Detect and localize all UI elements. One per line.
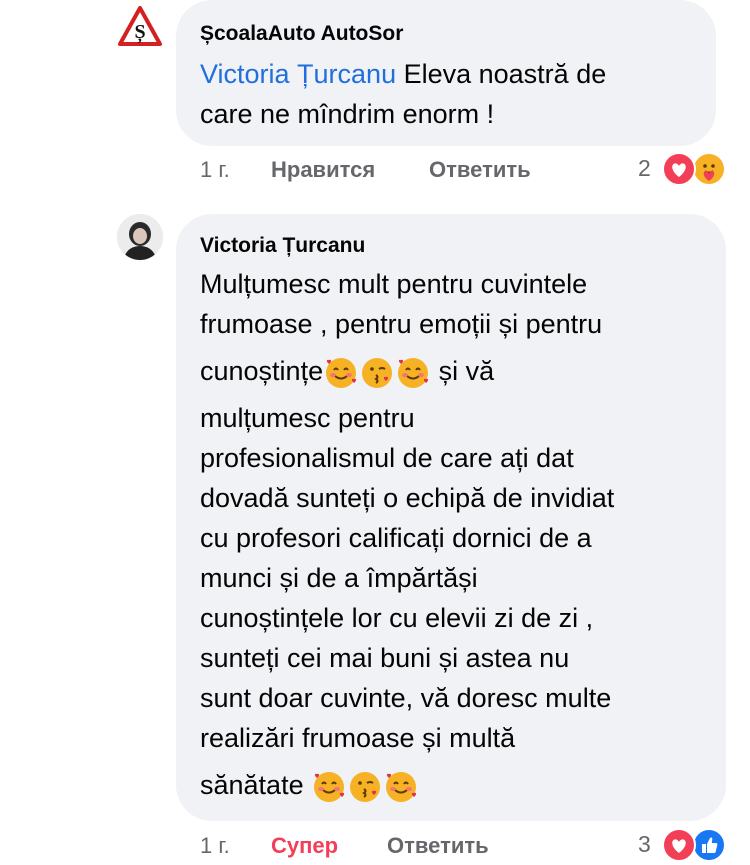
comment-text-part: cunoștințe: [200, 356, 324, 386]
comment-line: mulțumesc pentru: [200, 403, 415, 433]
super-reaction-button[interactable]: Супер: [271, 833, 338, 859]
comment-text: Mulțumesc mult pentru cuvintele frumoase…: [200, 264, 720, 812]
love-icon: [662, 152, 696, 186]
comment-bubble: Victoria Țurcanu Mulțumesc mult pentru c…: [176, 214, 726, 821]
comment-actions: 1 г. Нравится Ответить: [200, 157, 600, 187]
comment-timestamp[interactable]: 1 г.: [200, 157, 230, 183]
face-blowing-kiss-emoji: [362, 357, 393, 388]
comment-actions: 1 г. Супер Ответить: [200, 833, 600, 863]
reaction-count[interactable]: 3: [638, 831, 651, 858]
reply-button[interactable]: Ответить: [429, 157, 531, 183]
comment-line: sunteți cei mai buni și astea nu: [200, 643, 570, 673]
comment-line: frumoase , pentru emoții și pentru: [200, 309, 603, 339]
smiling-face-with-hearts-emoji: [326, 357, 357, 388]
comment-line: dovadă sunteți o echipă de invidiat: [200, 483, 615, 513]
comment-text-part: Eleva noastră de: [396, 59, 607, 89]
comment-line: cunoștințele lor cu elevii zi de zi ,: [200, 603, 594, 633]
smiling-face-with-hearts-emoji: [398, 357, 429, 388]
like-button[interactable]: Нравится: [271, 157, 375, 183]
comment-line: cu profesori calificați dornici de a: [200, 523, 592, 553]
svg-text:Ș: Ș: [134, 21, 145, 44]
mention-link[interactable]: Victoria Țurcanu: [200, 59, 396, 89]
smiling-face-with-hearts-emoji: [386, 771, 417, 802]
care-icon: [692, 152, 726, 186]
comment-text: Victoria Țurcanu Eleva noastră de care n…: [200, 54, 710, 134]
face-blowing-kiss-emoji: [350, 771, 381, 802]
comment-author[interactable]: Victoria Țurcanu: [200, 234, 365, 258]
comment-timestamp[interactable]: 1 г.: [200, 833, 230, 859]
comment-line: sunt doar cuvinte, vă doresc multe: [200, 683, 612, 713]
love-icon: [662, 828, 696, 862]
comment-text-part: și vă: [431, 356, 495, 386]
comment-line: munci și de a împărtăși: [200, 563, 478, 593]
reaction-count[interactable]: 2: [638, 155, 651, 182]
comment-text-part: care ne mîndrim enorm !: [200, 99, 495, 129]
comment-line: profesionalismul de care ați dat: [200, 443, 574, 473]
smiling-face-with-hearts-emoji: [314, 771, 345, 802]
like-icon: [692, 828, 726, 862]
comment-text-part: sănătate: [200, 770, 312, 800]
school-logo-avatar[interactable]: Ș: [117, 4, 163, 50]
comment-author[interactable]: ȘcoalaAuto AutoSor: [200, 22, 403, 46]
comment-line: Mulțumesc mult pentru cuvintele: [200, 269, 588, 299]
user-avatar[interactable]: [117, 214, 163, 260]
reply-button[interactable]: Ответить: [387, 833, 489, 859]
comment-line: sănătate: [200, 758, 720, 812]
comment-line: cunoștințe și vă: [200, 344, 720, 398]
comment-line: realizări frumoase și multă: [200, 723, 516, 753]
comment-bubble: ȘcoalaAuto AutoSor Victoria Țurcanu Elev…: [176, 0, 716, 146]
